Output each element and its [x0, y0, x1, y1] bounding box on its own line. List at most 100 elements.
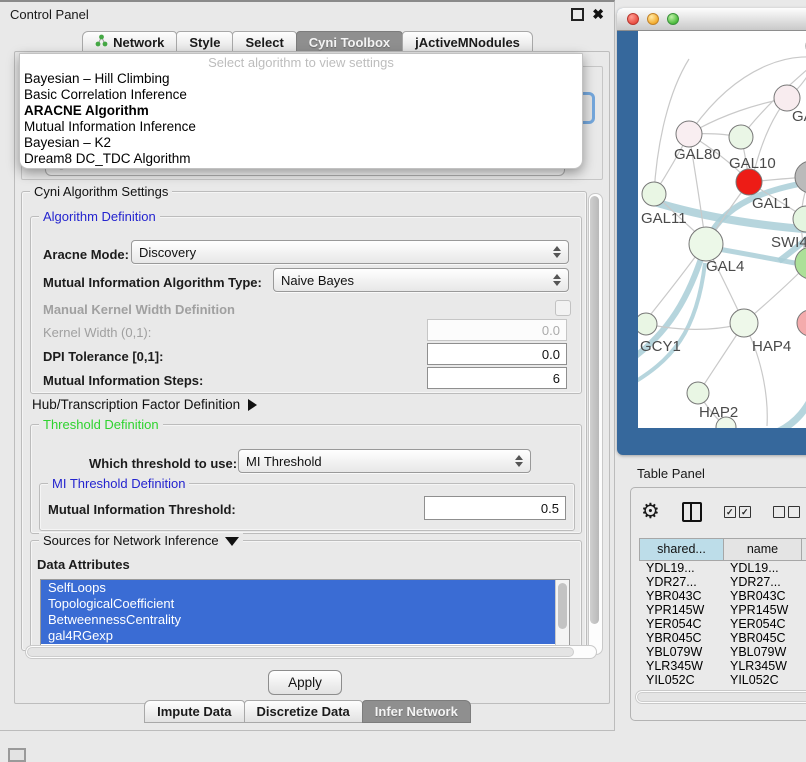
network-canvas[interactable]: GALGAL80GAL10GAL1SWI4GAL11GAL4GCY1HAP4YH…	[638, 31, 806, 428]
table-row[interactable]: YBL079WYBL079W	[639, 645, 806, 659]
data-attribute-item[interactable]: TopologicalCoefficient	[41, 596, 569, 612]
deselect-all-columns-icon[interactable]	[773, 506, 800, 518]
network-node[interactable]	[730, 309, 758, 337]
network-node[interactable]	[638, 313, 657, 335]
column-header-name[interactable]: name	[724, 539, 802, 560]
table-cell: YBR043C	[639, 589, 723, 603]
close-icon[interactable]: ✖	[592, 9, 604, 19]
table-row[interactable]: YIL052CYIL052C9.	[639, 673, 806, 687]
table-row[interactable]: YER054CYER054C8.	[639, 617, 806, 631]
data-attribute-item[interactable]: gal4RGexp	[41, 628, 569, 644]
algorithm-option[interactable]: Basic Correlation Inference	[20, 87, 582, 103]
algorithm-option[interactable]: Bayesian – K2	[20, 135, 582, 151]
table-row[interactable]: YLR345WYLR345W9.	[639, 659, 806, 673]
table-row[interactable]: YDR27...YDR27...12	[639, 575, 806, 589]
network-node[interactable]	[795, 161, 806, 193]
stepper-icon	[515, 455, 523, 467]
table-row[interactable]: YBR043CYBR043C	[639, 589, 806, 603]
column-header-shared...[interactable]: shared...	[640, 539, 724, 560]
data-attribute-item[interactable]: BetweennessCentrality	[41, 612, 569, 628]
sources-group: Sources for Network Inference Data Attri…	[30, 540, 582, 647]
zoom-traffic-light-icon[interactable]	[667, 13, 679, 25]
mi-threshold-field[interactable]: 0.5	[424, 496, 566, 520]
table-header-row: shared...name	[639, 538, 806, 561]
algorithm-option[interactable]: Mutual Information Inference	[20, 119, 582, 135]
mi-steps-field[interactable]: 6	[427, 367, 567, 389]
table-cell	[801, 589, 806, 603]
split-columns-icon[interactable]	[682, 502, 702, 522]
data-attribute-item[interactable]: SelfLoops	[41, 580, 569, 596]
column-header-cut[interactable]	[802, 539, 806, 560]
table-cell: YBR045C	[639, 631, 723, 645]
mi-type-value: Naive Bayes	[281, 273, 354, 288]
select-all-columns-icon[interactable]: ✓✓	[724, 506, 751, 518]
mi-threshold-value: 0.5	[541, 501, 559, 516]
network-node[interactable]	[736, 169, 762, 195]
table-row[interactable]: YDL19...YDL19...13	[639, 561, 806, 575]
network-node[interactable]	[676, 121, 702, 147]
tab-label: jActiveMNodules	[415, 34, 520, 51]
mi-steps-value: 6	[553, 371, 560, 386]
tab-impute-data[interactable]: Impute Data	[144, 700, 244, 723]
collapsed-panel-button[interactable]	[8, 748, 26, 762]
minimize-traffic-light-icon[interactable]	[647, 13, 659, 25]
network-edge[interactable]	[769, 375, 806, 428]
table-toolbar: ⚙ ✓✓	[641, 498, 806, 526]
table-panel-title: Table Panel	[637, 466, 705, 481]
algorithm-option[interactable]: ARACNE Algorithm	[20, 103, 582, 119]
kernel-width-field[interactable]: 0.0	[427, 319, 567, 341]
algorithm-option[interactable]: Bayesian – Hill Climbing	[20, 71, 582, 87]
network-node[interactable]	[642, 182, 666, 206]
node-label: HAP2	[699, 404, 738, 421]
table-row[interactable]: YPR145WYPR145W9.	[639, 603, 806, 617]
cyni-bottom-tabs: Impute DataDiscretize DataInfer Network	[0, 700, 614, 723]
float-panel-icon[interactable]	[571, 8, 584, 21]
settings-horizontal-scrollbar[interactable]	[25, 645, 597, 659]
cyni-toolbox-panel: gal-filtered sif default node Select alg…	[14, 51, 610, 704]
expanded-arrow-icon	[225, 537, 239, 546]
node-label: GAL1	[752, 195, 790, 212]
threshold-definition-title: Threshold Definition	[39, 417, 163, 432]
mi-threshold-label: Mutual Information Threshold:	[48, 502, 236, 517]
table-cell: YER054C	[723, 617, 801, 631]
network-node[interactable]	[729, 125, 753, 149]
cyni-algorithm-settings-group: Cyni Algorithm Settings Algorithm Defini…	[21, 191, 587, 651]
aracne-mode-value: Discovery	[139, 245, 196, 260]
settings-vertical-scrollbar[interactable]	[588, 193, 603, 655]
control-panel-window: Control Panel ✖ NetworkStyleSelectCyni T…	[0, 0, 615, 731]
mi-type-combo[interactable]: Naive Bayes	[273, 268, 569, 292]
node-label: SWI4	[771, 234, 806, 251]
kernel-width-value: 0.0	[542, 323, 560, 338]
settings-group-title: Cyni Algorithm Settings	[30, 184, 172, 199]
table-cell: YBR045C	[723, 631, 801, 645]
dpi-tolerance-field[interactable]: 0.0	[427, 343, 567, 365]
data-attributes-list[interactable]: SelfLoopsTopologicalCoefficientBetweenne…	[40, 579, 570, 647]
network-node[interactable]	[797, 310, 806, 336]
mi-steps-label: Mutual Information Steps:	[43, 373, 203, 388]
hub-definition-toggle[interactable]: Hub/Transcription Factor Definition	[32, 397, 257, 412]
close-traffic-light-icon[interactable]	[627, 13, 639, 25]
gear-icon[interactable]: ⚙	[641, 501, 660, 523]
table-horizontal-scrollbar[interactable]	[635, 690, 806, 704]
table-cell: 12	[801, 575, 806, 589]
tab-discretize-data[interactable]: Discretize Data	[244, 700, 363, 723]
list-scrollbar[interactable]	[555, 580, 569, 646]
network-node[interactable]	[795, 247, 806, 279]
node-label: GAL	[792, 108, 806, 125]
network-node[interactable]	[689, 227, 723, 261]
table-row[interactable]: YBR045CYBR045C9.	[639, 631, 806, 645]
apply-button[interactable]: Apply	[268, 670, 342, 695]
algorithm-option[interactable]: Dream8 DC_TDC Algorithm	[20, 151, 582, 167]
sources-group-title[interactable]: Sources for Network Inference	[39, 533, 243, 548]
network-window-titlebar[interactable]	[617, 8, 806, 31]
which-threshold-combo[interactable]: MI Threshold	[238, 449, 531, 473]
apply-button-label: Apply	[288, 675, 322, 690]
table-panel: ⚙ ✓✓ shared...nameYDL19...YDL19...13YDR2…	[630, 487, 806, 721]
network-node[interactable]	[687, 382, 709, 404]
network-edge[interactable]	[746, 267, 805, 321]
tab-infer-network[interactable]: Infer Network	[362, 700, 471, 723]
node-label: GAL10	[729, 155, 776, 172]
table-cell: YPR145W	[639, 603, 723, 617]
aracne-mode-combo[interactable]: Discovery	[131, 240, 569, 264]
manual-kernel-checkbox[interactable]	[555, 300, 571, 316]
